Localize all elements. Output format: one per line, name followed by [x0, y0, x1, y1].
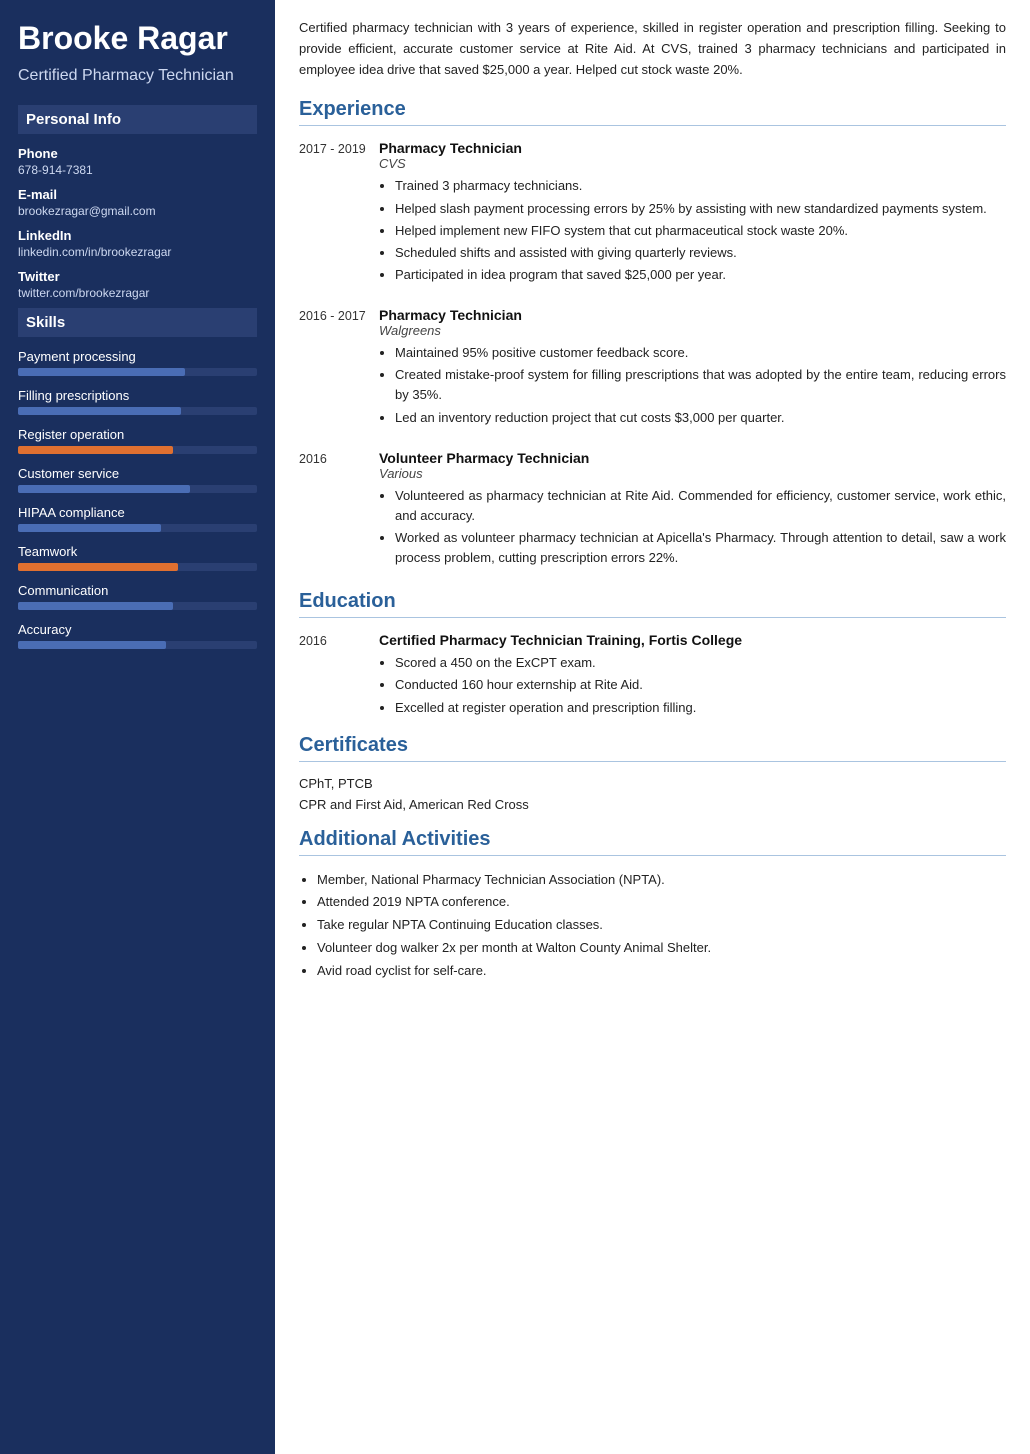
linkedin-label: LinkedIn — [18, 228, 257, 243]
edu-bullets: Scored a 450 on the ExCPT exam.Conducted… — [379, 653, 1006, 717]
activities-header: Additional Activities — [299, 828, 1006, 856]
sidebar: Brooke Ragar Certified Pharmacy Technici… — [0, 0, 275, 1454]
exp-company: Walgreens — [379, 323, 1006, 338]
email-label: E-mail — [18, 187, 257, 202]
skill-bar-bg — [18, 641, 257, 649]
experience-header: Experience — [299, 98, 1006, 126]
certificates-header: Certificates — [299, 734, 1006, 762]
experience-row: 2017 - 2019 Pharmacy TechnicianCVS Trained… — [299, 140, 1006, 287]
phone-value: 678-914-7381 — [18, 163, 257, 177]
exp-content: Pharmacy TechnicianWalgreens Maintained 9… — [379, 307, 1006, 430]
skill-bar-bg — [18, 485, 257, 493]
skill-bar-fill — [18, 602, 173, 610]
exp-date: 2016 — [299, 450, 367, 571]
summary-text: Certified pharmacy technician with 3 yea… — [299, 18, 1006, 80]
exp-bullet: Worked as volunteer pharmacy technician … — [395, 528, 1006, 568]
education-list: 2016 Certified Pharmacy Technician Traini… — [299, 632, 1006, 719]
edu-content: Certified Pharmacy Technician Training, … — [379, 632, 1006, 719]
exp-company: Various — [379, 466, 1006, 481]
skill-name: HIPAA compliance — [18, 505, 257, 520]
skill-name: Register operation — [18, 427, 257, 442]
exp-bullet: Volunteered as pharmacy technician at Ri… — [395, 486, 1006, 526]
personal-info-header: Personal Info — [18, 105, 257, 134]
skill-name: Payment processing — [18, 349, 257, 364]
skill-name: Accuracy — [18, 622, 257, 637]
skill-bar-bg — [18, 368, 257, 376]
linkedin-value: linkedin.com/in/brookezragar — [18, 245, 257, 259]
education-row: 2016 Certified Pharmacy Technician Traini… — [299, 632, 1006, 719]
skill-bar-fill — [18, 641, 166, 649]
edu-degree: Certified Pharmacy Technician Training, … — [379, 632, 1006, 648]
skill-bar-fill — [18, 446, 173, 454]
exp-job-title: Pharmacy Technician — [379, 307, 1006, 323]
edu-bullet: Conducted 160 hour externship at Rite Ai… — [395, 675, 1006, 695]
skill-item: Register operation — [18, 427, 257, 454]
activity-item: Member, National Pharmacy Technician Ass… — [317, 870, 1006, 891]
certificate-item: CPhT, PTCB — [299, 776, 1006, 791]
exp-bullet: Created mistake-proof system for filling… — [395, 365, 1006, 405]
email-value: brookezragar@gmail.com — [18, 204, 257, 218]
skill-item: Accuracy — [18, 622, 257, 649]
exp-company: CVS — [379, 156, 1006, 171]
exp-bullet: Helped slash payment processing errors b… — [395, 199, 1006, 219]
skill-bar-fill — [18, 485, 190, 493]
certificate-item: CPR and First Aid, American Red Cross — [299, 797, 1006, 812]
skill-bar-bg — [18, 407, 257, 415]
exp-content: Volunteer Pharmacy TechnicianVarious Volu… — [379, 450, 1006, 571]
skill-bar-bg — [18, 602, 257, 610]
exp-bullet: Participated in idea program that saved … — [395, 265, 1006, 285]
phone-label: Phone — [18, 146, 257, 161]
edu-bullet: Excelled at register operation and presc… — [395, 698, 1006, 718]
skill-bar-bg — [18, 563, 257, 571]
skill-item: Customer service — [18, 466, 257, 493]
skill-item: HIPAA compliance — [18, 505, 257, 532]
skill-name: Communication — [18, 583, 257, 598]
exp-job-title: Volunteer Pharmacy Technician — [379, 450, 1006, 466]
activity-item: Volunteer dog walker 2x per month at Wal… — [317, 938, 1006, 959]
main-content: Certified pharmacy technician with 3 yea… — [275, 0, 1030, 1454]
exp-bullet: Maintained 95% positive customer feedbac… — [395, 343, 1006, 363]
exp-date: 2017 - 2019 — [299, 140, 367, 287]
activities-list: Member, National Pharmacy Technician Ass… — [299, 870, 1006, 982]
skill-bar-bg — [18, 446, 257, 454]
exp-bullets: Trained 3 pharmacy technicians. Helped sl… — [379, 176, 1006, 285]
certificates-list: CPhT, PTCB CPR and First Aid, American Re… — [299, 776, 1006, 812]
skill-item: Communication — [18, 583, 257, 610]
exp-bullets: Maintained 95% positive customer feedbac… — [379, 343, 1006, 428]
exp-content: Pharmacy TechnicianCVS Trained 3 pharmacy… — [379, 140, 1006, 287]
activity-item: Take regular NPTA Continuing Education c… — [317, 915, 1006, 936]
skill-bar-fill — [18, 368, 185, 376]
skill-bar-fill — [18, 524, 161, 532]
activity-item: Attended 2019 NPTA conference. — [317, 892, 1006, 913]
exp-date: 2016 - 2017 — [299, 307, 367, 430]
skill-name: Teamwork — [18, 544, 257, 559]
edu-date: 2016 — [299, 632, 367, 719]
exp-bullet: Led an inventory reduction project that … — [395, 408, 1006, 428]
education-header: Education — [299, 590, 1006, 618]
exp-bullet: Scheduled shifts and assisted with givin… — [395, 243, 1006, 263]
activity-item: Avid road cyclist for self-care. — [317, 961, 1006, 982]
exp-bullet: Trained 3 pharmacy technicians. — [395, 176, 1006, 196]
exp-bullets: Volunteered as pharmacy technician at Ri… — [379, 486, 1006, 569]
exp-job-title: Pharmacy Technician — [379, 140, 1006, 156]
twitter-label: Twitter — [18, 269, 257, 284]
skills-list: Payment processing Filling prescriptions R… — [18, 349, 257, 649]
twitter-value: twitter.com/brookezragar — [18, 286, 257, 300]
skill-name: Customer service — [18, 466, 257, 481]
skill-bar-fill — [18, 407, 181, 415]
skill-item: Filling prescriptions — [18, 388, 257, 415]
experience-row: 2016Volunteer Pharmacy TechnicianVarious… — [299, 450, 1006, 571]
candidate-title: Certified Pharmacy Technician — [18, 67, 257, 85]
skill-bar-bg — [18, 524, 257, 532]
skill-item: Payment processing — [18, 349, 257, 376]
candidate-name: Brooke Ragar — [18, 20, 257, 57]
exp-bullet: Helped implement new FIFO system that cu… — [395, 221, 1006, 241]
skills-header: Skills — [18, 308, 257, 337]
skill-bar-fill — [18, 563, 178, 571]
edu-bullet: Scored a 450 on the ExCPT exam. — [395, 653, 1006, 673]
skill-name: Filling prescriptions — [18, 388, 257, 403]
experience-list: 2017 - 2019Pharmacy TechnicianCVSTrained… — [299, 140, 1006, 570]
experience-row: 2016 - 2017 Pharmacy TechnicianWalgreens M… — [299, 307, 1006, 430]
skill-item: Teamwork — [18, 544, 257, 571]
